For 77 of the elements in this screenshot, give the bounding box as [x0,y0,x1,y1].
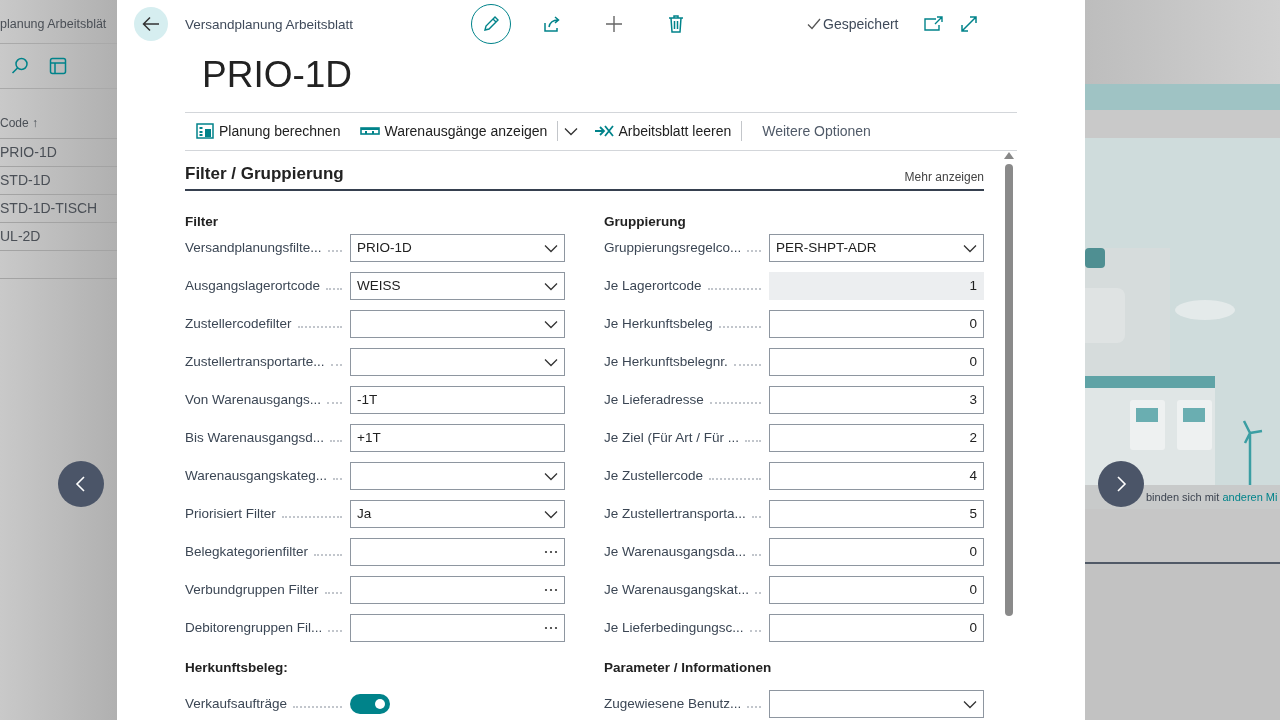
field-label: Von Warenausgangs... [185,392,322,408]
lookup-field[interactable] [350,614,565,642]
expand-icon[interactable] [959,14,979,35]
dropdown-field[interactable] [350,462,565,490]
back-button[interactable] [134,7,168,42]
dropdown-field[interactable]: PER-SHPT-ADR [769,234,984,262]
show-more-link[interactable]: Mehr anzeigen [904,170,984,184]
number-field[interactable]: 0 [769,614,984,642]
more-icon [544,550,558,554]
field-label: Bis Warenausgangsd... [185,430,325,446]
input-field[interactable]: -1T [350,386,565,414]
number-field[interactable]: 3 [769,386,984,414]
field-label: Verbundgruppen Filter [185,582,319,598]
field-label: Je Warenausgangskat... [604,582,750,598]
field-label: Je Zustellertransporta... [604,506,746,522]
more-icon [544,626,558,630]
number-field[interactable]: 0 [769,538,984,566]
field-label: Zustellertransportarte... [185,354,325,370]
field-label: Je Lagerortcode [604,278,702,294]
number-field[interactable]: 0 [769,310,984,338]
page-title: planung Arbeitsblät [0,16,108,33]
number-field[interactable]: 2 [769,424,984,452]
action-button[interactable]: Arbeitsblatt leeren [584,116,742,147]
field-label: Versandplanungsfilte... [185,240,322,256]
dropdown-field[interactable] [769,690,984,718]
field-label: Je Zustellercode [604,468,704,484]
action-button[interactable]: Warenausgänge anzeigen [350,116,558,147]
field-label: Je Lieferadresse [604,392,704,408]
dropdown-field[interactable]: WEISS [350,272,565,300]
field-label: Zustellercodefilter [185,316,292,332]
readonly-field: 1 [769,272,984,300]
field-label: Je Herkunftsbeleg [604,316,713,332]
field-label: Belegkategorienfilter [185,544,309,560]
save-status: Gespeichert [823,16,899,33]
page-breadcrumb: Versandplanung Arbeitsblatt [185,16,355,32]
more-icon [544,588,558,592]
action-button[interactable]: Planung berechnen [185,116,351,147]
edit-button[interactable] [471,4,511,45]
group-heading: Parameter / Informationen [604,659,773,677]
field-label: Ausgangslagerortcode [185,278,321,294]
plus-icon[interactable] [604,14,624,35]
dropdown-field[interactable]: PRIO-1D [350,234,565,262]
dropdown-field[interactable] [350,348,565,376]
check-icon [807,17,821,32]
lookup-field[interactable] [350,576,565,604]
field-label: Gruppierungsregelco... [604,240,742,256]
toggle-switch[interactable] [350,694,390,714]
banner-text: binden sich mit [1146,491,1220,503]
field-label: Debitorengruppen Fil... [185,620,323,636]
group-heading: Herkunftsbeleg: [185,659,289,677]
field-label: Zugewiesene Benutz... [604,696,742,712]
calculator-icon [195,121,215,142]
action-button[interactable]: Weitere Optionen [752,116,881,147]
field-label: Verkaufsaufträge [185,696,288,712]
group-heading: Filter [185,213,219,229]
number-field[interactable]: 0 [769,348,984,376]
field-label: Warenausgangskateg... [185,468,328,484]
input-field[interactable]: +1T [350,424,565,452]
search-icon[interactable] [10,56,30,76]
number-field[interactable]: 0 [769,576,985,604]
grid-icon[interactable] [48,56,68,76]
scroll-up-icon[interactable] [1004,151,1014,159]
number-field[interactable]: 4 [769,462,984,490]
share-icon[interactable] [542,14,562,35]
field-label: Je Herkunftsbelegnr. [604,354,728,370]
trash-icon[interactable] [666,14,686,35]
dropdown-field[interactable] [350,310,565,338]
field-label: Priorisiert Filter [185,506,276,522]
field-label: Je Ziel (Für Art / Für ... [604,430,740,446]
field-label: Je Warenausgangsda... [604,544,747,560]
number-field[interactable]: 5 [769,500,984,528]
record-title: PRIO-1D [202,53,354,97]
section-title: Filter / Gruppierung [185,164,344,184]
group-heading: Gruppierung [604,213,687,229]
dropdown-field[interactable]: Ja [350,500,565,528]
lookup-field[interactable] [350,538,565,566]
field-label: Je Lieferbedingungsc... [604,620,744,636]
